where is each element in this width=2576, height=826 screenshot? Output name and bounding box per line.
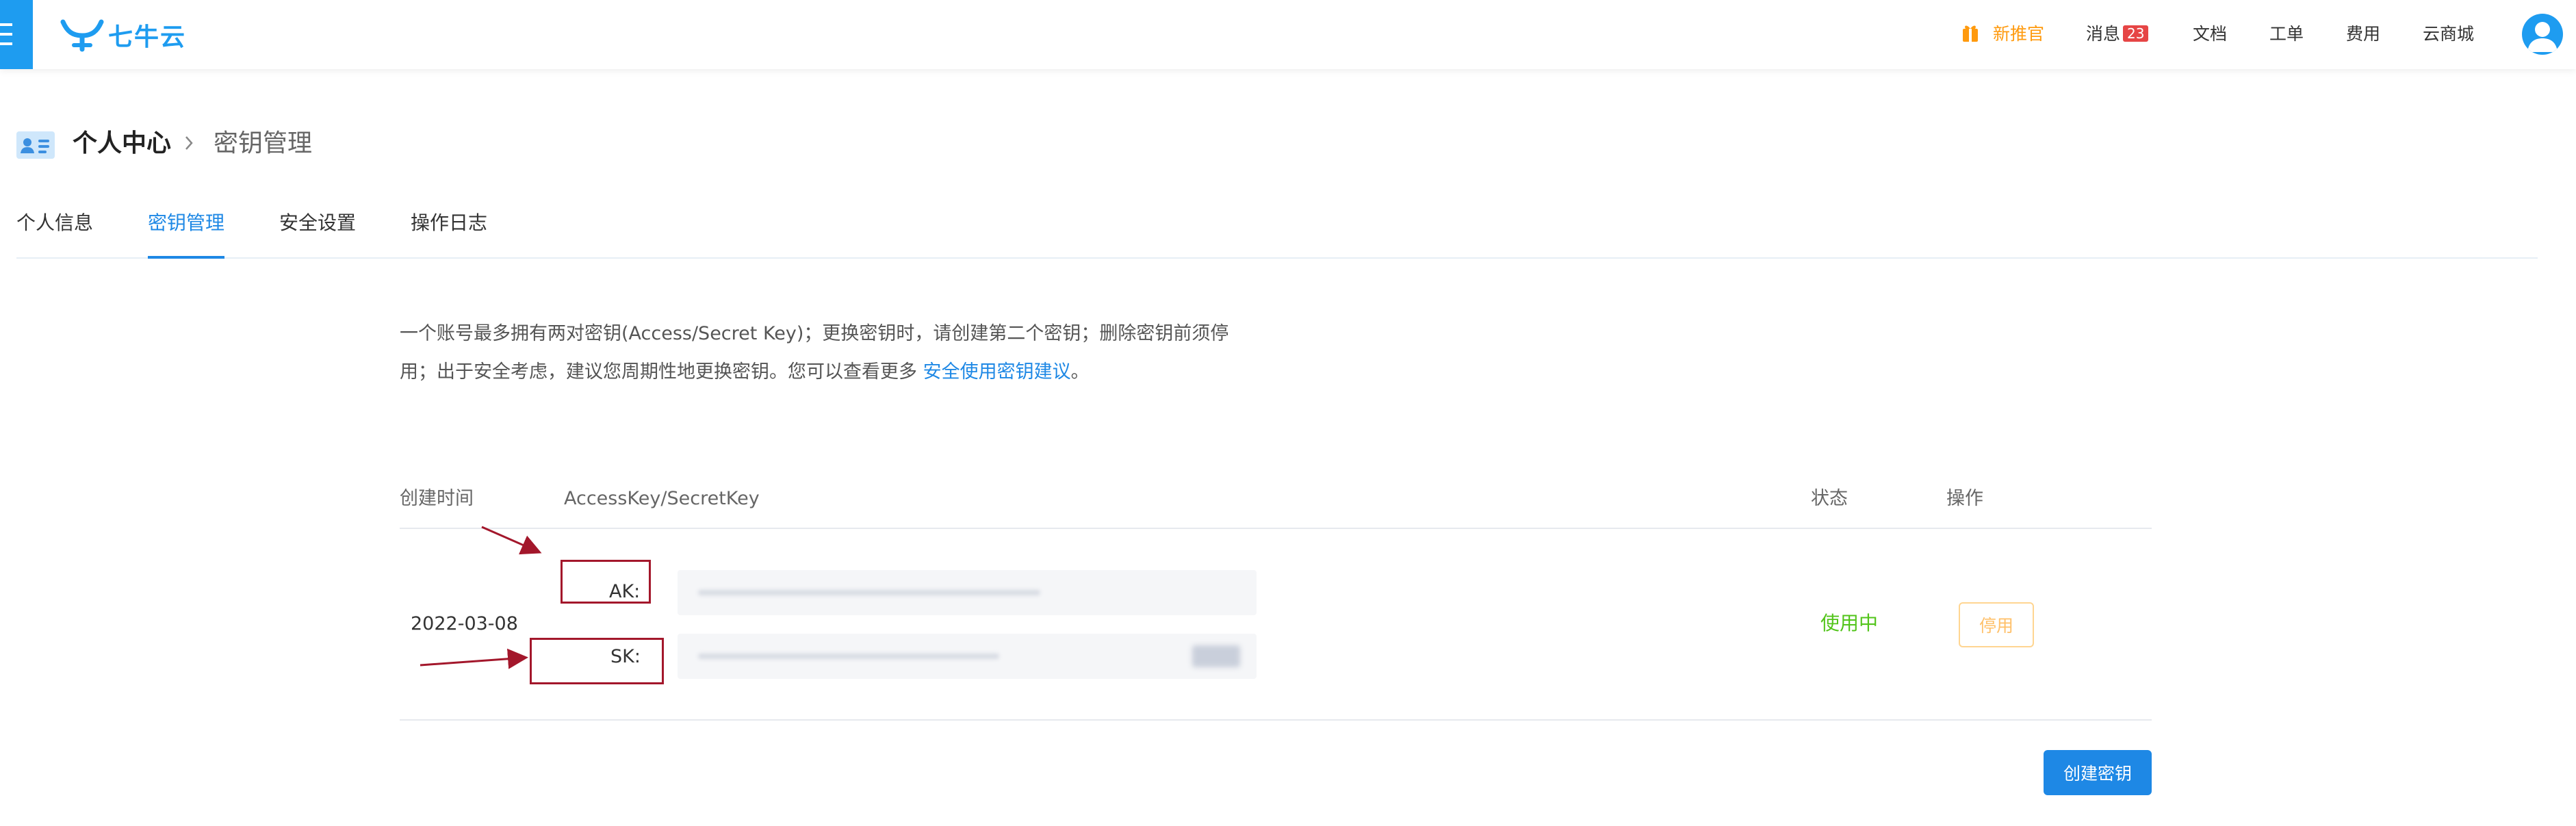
id-card-icon bbox=[16, 131, 55, 159]
access-key-field[interactable] bbox=[678, 570, 1257, 615]
key-description: 一个账号最多拥有两对密钥(Access/Secret Key)；更换密钥时，请创… bbox=[400, 315, 1262, 391]
secret-key-value-blurred bbox=[698, 654, 999, 659]
chevron-right-icon bbox=[185, 136, 193, 150]
user-avatar-icon[interactable] bbox=[2522, 14, 2563, 55]
messages-count-badge: 23 bbox=[2123, 25, 2149, 42]
tab-personal-info[interactable]: 个人信息 bbox=[16, 209, 93, 237]
breadcrumb-parent[interactable]: 个人中心 bbox=[73, 127, 171, 160]
description-line-2-end: 。 bbox=[1070, 361, 1090, 383]
nav-marketplace-link[interactable]: 云商城 bbox=[2423, 23, 2474, 46]
logo-text: 七牛云 bbox=[108, 23, 187, 51]
tab-operation-log[interactable]: 操作日志 bbox=[411, 209, 487, 237]
nav-docs-link[interactable]: 文档 bbox=[2193, 23, 2227, 46]
table-header-divider bbox=[400, 528, 2152, 529]
avatar-silhouette bbox=[2527, 22, 2558, 52]
menu-icon[interactable] bbox=[0, 0, 33, 69]
active-tab-indicator bbox=[148, 256, 224, 259]
annotation-arrow-ak bbox=[481, 526, 542, 555]
description-line-1: 一个账号最多拥有两对密钥(Access/Secret Key)；更换密钥时，请创… bbox=[400, 323, 1229, 344]
annotation-box-ak bbox=[561, 560, 651, 604]
column-header-actions: 操作 bbox=[1946, 488, 1983, 509]
created-date: 2022-03-08 bbox=[411, 613, 518, 634]
create-key-button[interactable]: 创建密钥 bbox=[2044, 750, 2152, 795]
tab-security-settings[interactable]: 安全设置 bbox=[279, 209, 356, 237]
breadcrumb-current: 密钥管理 bbox=[214, 129, 313, 157]
gift-icon bbox=[1963, 25, 1978, 42]
nav-messages-link[interactable]: 消息 23 bbox=[2086, 23, 2149, 46]
tabs-divider bbox=[16, 257, 2538, 259]
table-row-divider bbox=[400, 719, 2152, 721]
nav-promo-link[interactable]: 新推官 bbox=[1993, 23, 2044, 46]
logo-mark-icon bbox=[60, 19, 104, 52]
nav-messages-label: 消息 bbox=[2086, 24, 2121, 44]
disable-key-button[interactable]: 停用 bbox=[1959, 602, 2034, 647]
top-navigation-bar: 七牛云 新推官 消息 23 文档 工单 费用 云商城 bbox=[0, 0, 2576, 69]
access-key-value-blurred bbox=[698, 590, 1040, 595]
annotation-box-sk bbox=[530, 638, 664, 684]
nav-billing-link[interactable]: 费用 bbox=[2346, 23, 2380, 46]
nav-tickets-link[interactable]: 工单 bbox=[2269, 23, 2304, 46]
qiniu-logo[interactable]: 七牛云 bbox=[60, 18, 186, 52]
secret-key-field[interactable] bbox=[678, 634, 1257, 679]
column-header-status: 状态 bbox=[1811, 488, 1848, 509]
column-header-created: 创建时间 bbox=[400, 488, 474, 509]
annotation-arrow-sk bbox=[420, 648, 528, 669]
show-secret-button[interactable] bbox=[1192, 645, 1240, 667]
status-badge: 使用中 bbox=[1820, 612, 1879, 634]
description-line-2: 用；出于安全考虑，建议您周期性地更换密钥。您可以查看更多 bbox=[400, 361, 923, 383]
tab-key-management[interactable]: 密钥管理 bbox=[148, 209, 224, 237]
security-advice-link[interactable]: 安全使用密钥建议 bbox=[923, 361, 1071, 383]
annotation-arrows bbox=[420, 526, 542, 669]
column-header-key: AccessKey/SecretKey bbox=[564, 488, 760, 509]
